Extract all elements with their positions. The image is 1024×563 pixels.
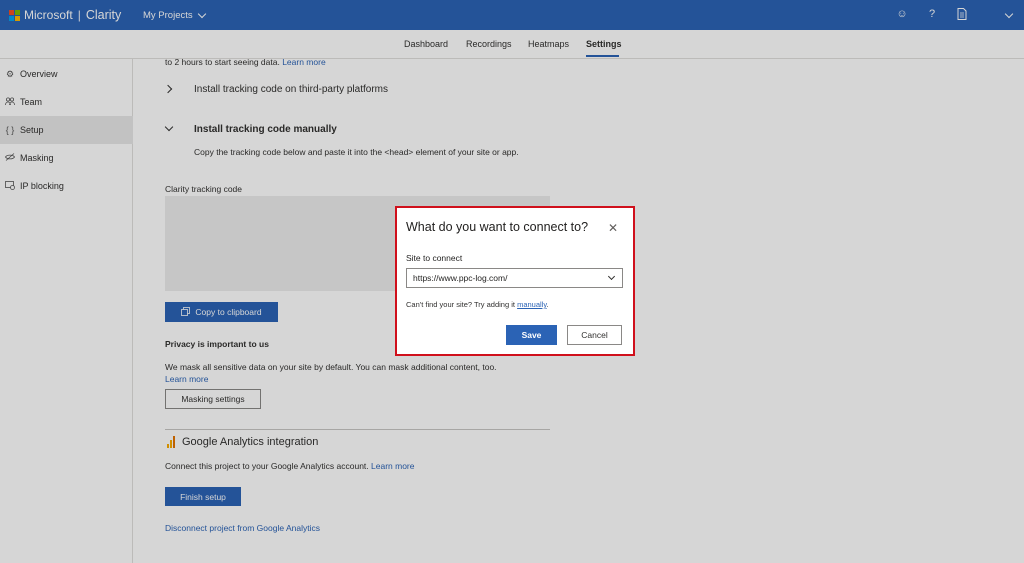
site-select-value: https://www.ppc-log.com/	[413, 273, 508, 283]
cancel-button[interactable]: Cancel	[567, 325, 622, 345]
close-icon[interactable]: ✕	[608, 221, 618, 235]
hint-text: Can't find your site? Try adding it	[406, 300, 515, 309]
add-manually-link[interactable]: manually	[517, 300, 546, 309]
hint-end: .	[546, 300, 549, 309]
dialog-title: What do you want to connect to?	[406, 220, 589, 234]
site-select[interactable]: https://www.ppc-log.com/	[406, 268, 623, 288]
chevron-down-icon	[607, 272, 616, 281]
add-site-hint: Can't find your site? Try adding it manu…	[406, 300, 549, 309]
site-to-connect-label: Site to connect	[406, 253, 463, 263]
save-button[interactable]: Save	[506, 325, 557, 345]
connect-site-dialog: What do you want to connect to? ✕ Site t…	[395, 206, 635, 356]
